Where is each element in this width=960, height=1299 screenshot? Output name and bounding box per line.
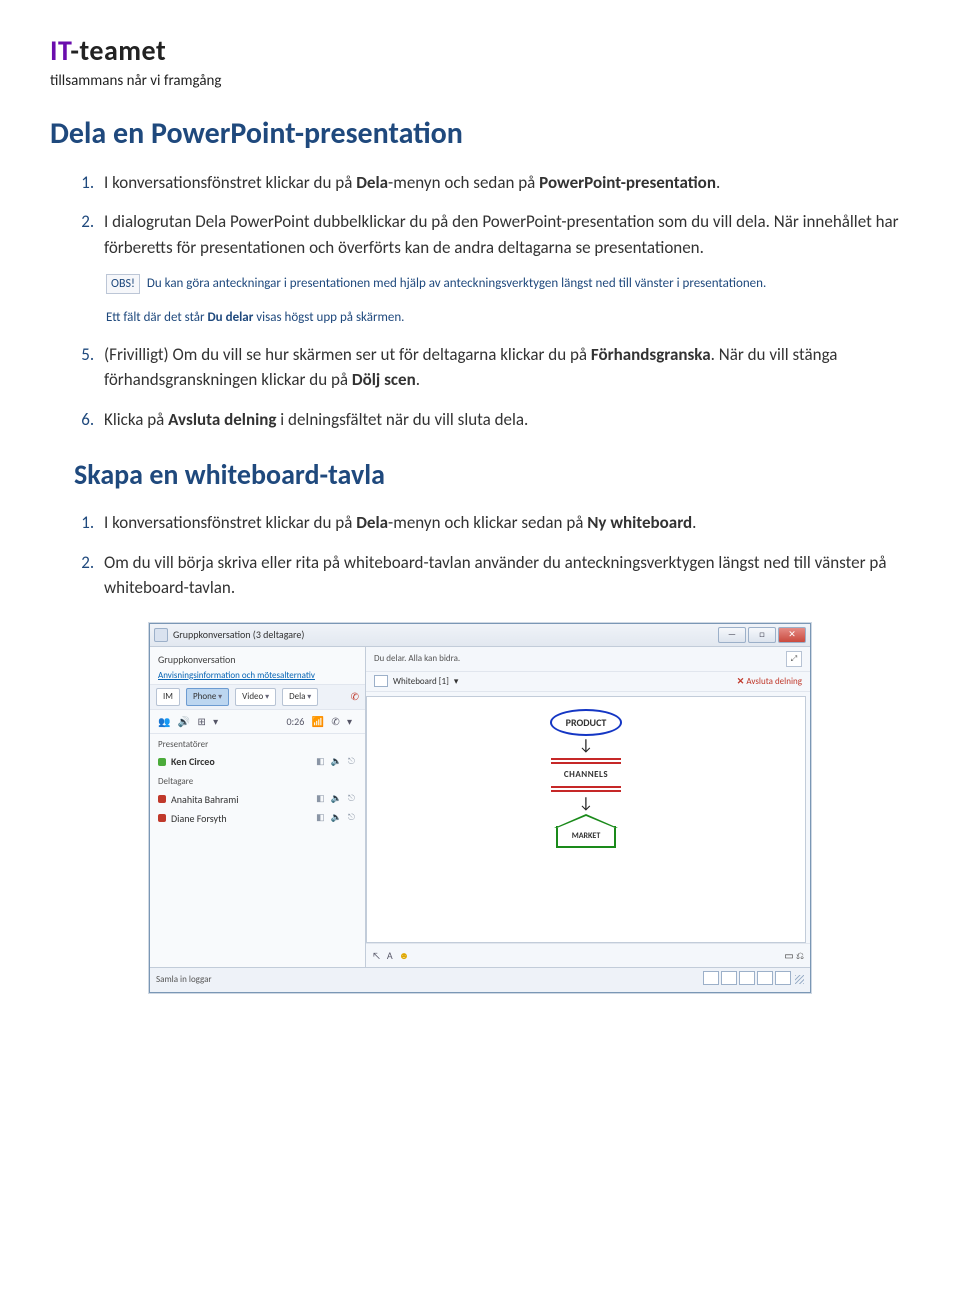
share-dropdown[interactable]: Dela — [282, 688, 318, 706]
stop-sharing-button[interactable]: Avsluta delning — [737, 675, 802, 689]
logo-title: IT-teamet — [50, 30, 910, 72]
presence-icon — [158, 795, 166, 803]
wb-house-shape: MARKET — [556, 816, 616, 848]
steps-list-2: (Frivilligt) Om du vill se hur skärmen s… — [50, 342, 910, 433]
im-tab[interactable]: IM — [156, 688, 180, 706]
status-icons — [701, 971, 791, 990]
dialpad-icon[interactable]: ⊞ — [197, 715, 205, 728]
steps-list-1: I konversationsfönstret klickar du på De… — [50, 170, 910, 261]
presenter-row[interactable]: Ken Circeo ◧ 🔈 ⎋ — [150, 752, 365, 771]
content-pane: Du delar. Alla kan bidra. ⤢ Whiteboard [… — [366, 647, 810, 967]
window-maximize-button[interactable]: □ — [748, 627, 776, 643]
phone-icon[interactable]: ✆ — [331, 715, 339, 728]
arrow-down-icon: ↓ — [579, 796, 593, 812]
presenter-name: Ken Circeo — [171, 754, 215, 769]
logo-tagline: tillsammans når vi framgång — [50, 70, 910, 93]
presence-icon — [158, 758, 166, 766]
annotation-toolbar: ↖ A ☻ ▭ ⎌ — [366, 943, 810, 967]
resize-handle-icon[interactable] — [795, 975, 804, 984]
obs-badge: OBS! — [106, 274, 140, 294]
whiteboard-dropdown-icon[interactable]: ▾ — [454, 675, 459, 689]
audio-icon[interactable]: 🔊 — [178, 715, 190, 728]
video-dropdown[interactable]: Video — [235, 688, 276, 706]
step-5: (Frivilligt) Om du vill se hur skärmen s… — [98, 342, 910, 393]
participant-controls[interactable]: ◧ 🔈 ⎋ — [316, 755, 357, 769]
participant-controls[interactable]: ◧ 🔈 ⎋ — [316, 792, 357, 806]
whiteboard-drawing: PRODUCT ↓ CHANNELS ↓ MARKET — [526, 709, 646, 848]
arrow-down-icon: ↓ — [579, 738, 593, 754]
heading-whiteboard: Skapa en whiteboard-tavla — [74, 454, 910, 496]
status-icon[interactable] — [703, 971, 719, 985]
step-1: I konversationsfönstret klickar du på De… — [98, 170, 910, 196]
whiteboard-canvas[interactable]: PRODUCT ↓ CHANNELS ↓ MARKET — [366, 696, 806, 943]
window-titlebar: Gruppkonversation (3 deltagare) — □ ✕ — [150, 624, 810, 647]
meeting-options-link[interactable]: Anvisningsinformation och mötesalternati… — [158, 670, 315, 681]
participant-row[interactable]: Diane Forsyth ◧ 🔈 ⎋ — [150, 809, 365, 828]
wb-market-label: MARKET — [556, 826, 616, 848]
status-icon[interactable] — [757, 971, 773, 985]
wb-red-lines — [551, 784, 621, 794]
wb-channels-label: CHANNELS — [564, 768, 608, 782]
tool-icon[interactable]: ▭ — [784, 949, 793, 962]
more-icon[interactable]: ▾ — [213, 715, 218, 728]
wb-product-label: PRODUCT — [550, 709, 623, 736]
wb-red-lines — [551, 756, 621, 766]
collect-logs-label[interactable]: Samla in loggar — [156, 973, 212, 987]
logo-teamet: -teamet — [70, 33, 166, 68]
status-icon[interactable] — [721, 971, 737, 985]
emoji-tool-icon[interactable]: ☻ — [399, 948, 410, 963]
window-minimize-button[interactable]: — — [718, 627, 746, 643]
status-icon[interactable] — [739, 971, 755, 985]
end-call-icon[interactable]: ✆ — [351, 689, 359, 704]
obs-text: Du kan göra anteckningar i presentatione… — [147, 276, 766, 291]
step-6: Klicka på Avsluta delning i delningsfält… — [98, 407, 910, 433]
lync-icon — [154, 628, 168, 642]
whiteboard-icon — [374, 675, 388, 687]
hangup-icon[interactable]: ▾ — [347, 715, 352, 728]
heading-share-powerpoint: Dela en PowerPoint-presentation — [50, 111, 910, 156]
sharing-status: Du delar. Alla kan bidra. — [374, 652, 460, 666]
conversation-title: Gruppkonversation — [158, 652, 357, 667]
window-status-bar: Samla in loggar — [150, 967, 810, 993]
wb-step-2: Om du vill börja skriva eller rita på wh… — [98, 550, 910, 601]
text-tool[interactable]: A — [387, 948, 393, 963]
participant-name: Diane Forsyth — [171, 811, 227, 826]
signal-icon: 📶 — [312, 715, 324, 728]
participants-pane: Gruppkonversation Anvisningsinformation … — [150, 647, 366, 967]
pointer-tool-icon[interactable]: ↖ — [372, 948, 381, 963]
whiteboard-name: Whiteboard [1] — [393, 675, 449, 689]
participants-label: Deltagare — [150, 771, 365, 790]
mode-bar: IM Phone Video Dela ✆ — [150, 684, 365, 710]
window-close-button[interactable]: ✕ — [778, 627, 806, 643]
logo-block: IT-teamet tillsammans når vi framgång — [50, 30, 910, 93]
people-icon[interactable]: 👥 — [158, 715, 170, 728]
toolbar-right: ▭ ⎌ — [784, 948, 804, 963]
steps-list-3: I konversationsfönstret klickar du på De… — [50, 510, 910, 601]
step-2: I dialogrutan Dela PowerPoint dubbelklic… — [98, 209, 910, 260]
presence-icon — [158, 814, 166, 822]
subnote: Ett fält där det står Du delar visas hög… — [106, 308, 910, 328]
obs-note: OBS! Du kan göra anteckningar i presenta… — [106, 274, 910, 294]
window-title: Gruppkonversation (3 deltagare) — [173, 627, 304, 642]
presenters-label: Presentatörer — [150, 734, 365, 753]
wb-step-1: I konversationsfönstret klickar du på De… — [98, 510, 910, 536]
status-icon[interactable] — [775, 971, 791, 985]
expand-icon[interactable]: ⤢ — [786, 651, 802, 667]
lync-window: Gruppkonversation (3 deltagare) — □ ✕ Gr… — [149, 623, 811, 994]
logo-it: IT — [50, 33, 70, 68]
tool-icon[interactable]: ⎌ — [796, 949, 804, 962]
call-timer: 0:26 — [286, 715, 304, 728]
participant-row[interactable]: Anahita Bahrami ◧ 🔈 ⎋ — [150, 790, 365, 809]
participant-name: Anahita Bahrami — [171, 792, 239, 807]
participant-controls[interactable]: ◧ 🔈 ⎋ — [316, 811, 357, 825]
phone-dropdown[interactable]: Phone — [186, 688, 229, 706]
